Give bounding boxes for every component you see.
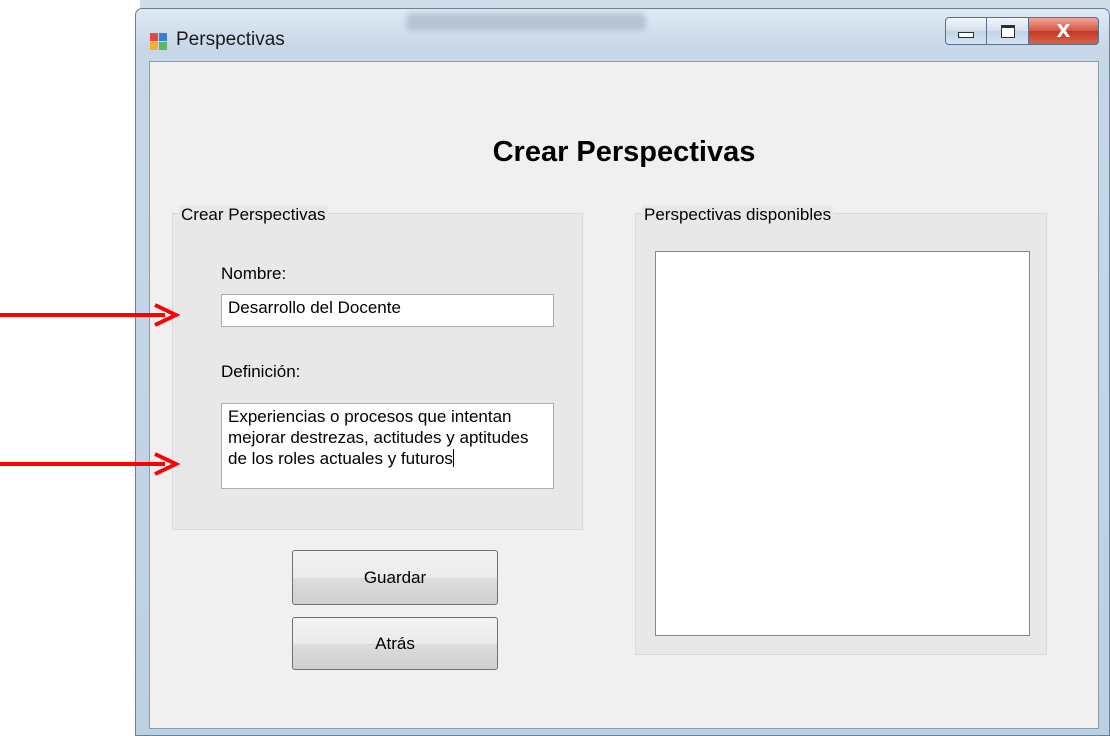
page-title: Crear Perspectivas <box>492 136 756 168</box>
minimize-button[interactable] <box>945 17 987 45</box>
red-arrow-name <box>0 303 180 327</box>
create-group-legend: Crear Perspectivas <box>179 205 328 225</box>
window-title: Perspectivas <box>176 29 285 50</box>
maximize-icon <box>1000 24 1015 38</box>
text-caret <box>452 449 454 467</box>
available-perspectives-group: Perspectivas disponibles <box>635 205 1047 655</box>
perspectivas-window: Perspectivas X Crear Perspectivas Crear … <box>135 8 1110 736</box>
definition-field[interactable]: Experiencias o procesos que intentan mej… <box>221 403 554 489</box>
background-window-title-blur <box>406 13 646 31</box>
definition-label: Definición: <box>221 362 301 381</box>
window-controls: X <box>945 17 1099 45</box>
maximize-button[interactable] <box>987 17 1029 45</box>
minimize-icon <box>958 32 974 38</box>
available-perspectives-list[interactable] <box>655 251 1030 636</box>
save-button[interactable]: Guardar <box>292 550 498 605</box>
available-group-legend: Perspectivas disponibles <box>642 205 834 225</box>
red-arrow-definition <box>0 452 180 476</box>
name-field[interactable]: Desarrollo del Docente <box>221 294 554 327</box>
close-icon: X <box>1056 20 1071 42</box>
form-client-area: Crear Perspectivas Crear Perspectivas No… <box>149 61 1099 729</box>
close-button[interactable]: X <box>1029 17 1099 45</box>
back-button[interactable]: Atrás <box>292 617 498 670</box>
create-perspective-group: Crear Perspectivas Nombre: Desarrollo de… <box>172 205 583 530</box>
definition-text: Experiencias o procesos que intentan mej… <box>228 407 529 468</box>
name-label: Nombre: <box>221 264 287 283</box>
title-bar[interactable]: Perspectivas X <box>136 9 1109 61</box>
app-icon[interactable] <box>150 33 168 51</box>
